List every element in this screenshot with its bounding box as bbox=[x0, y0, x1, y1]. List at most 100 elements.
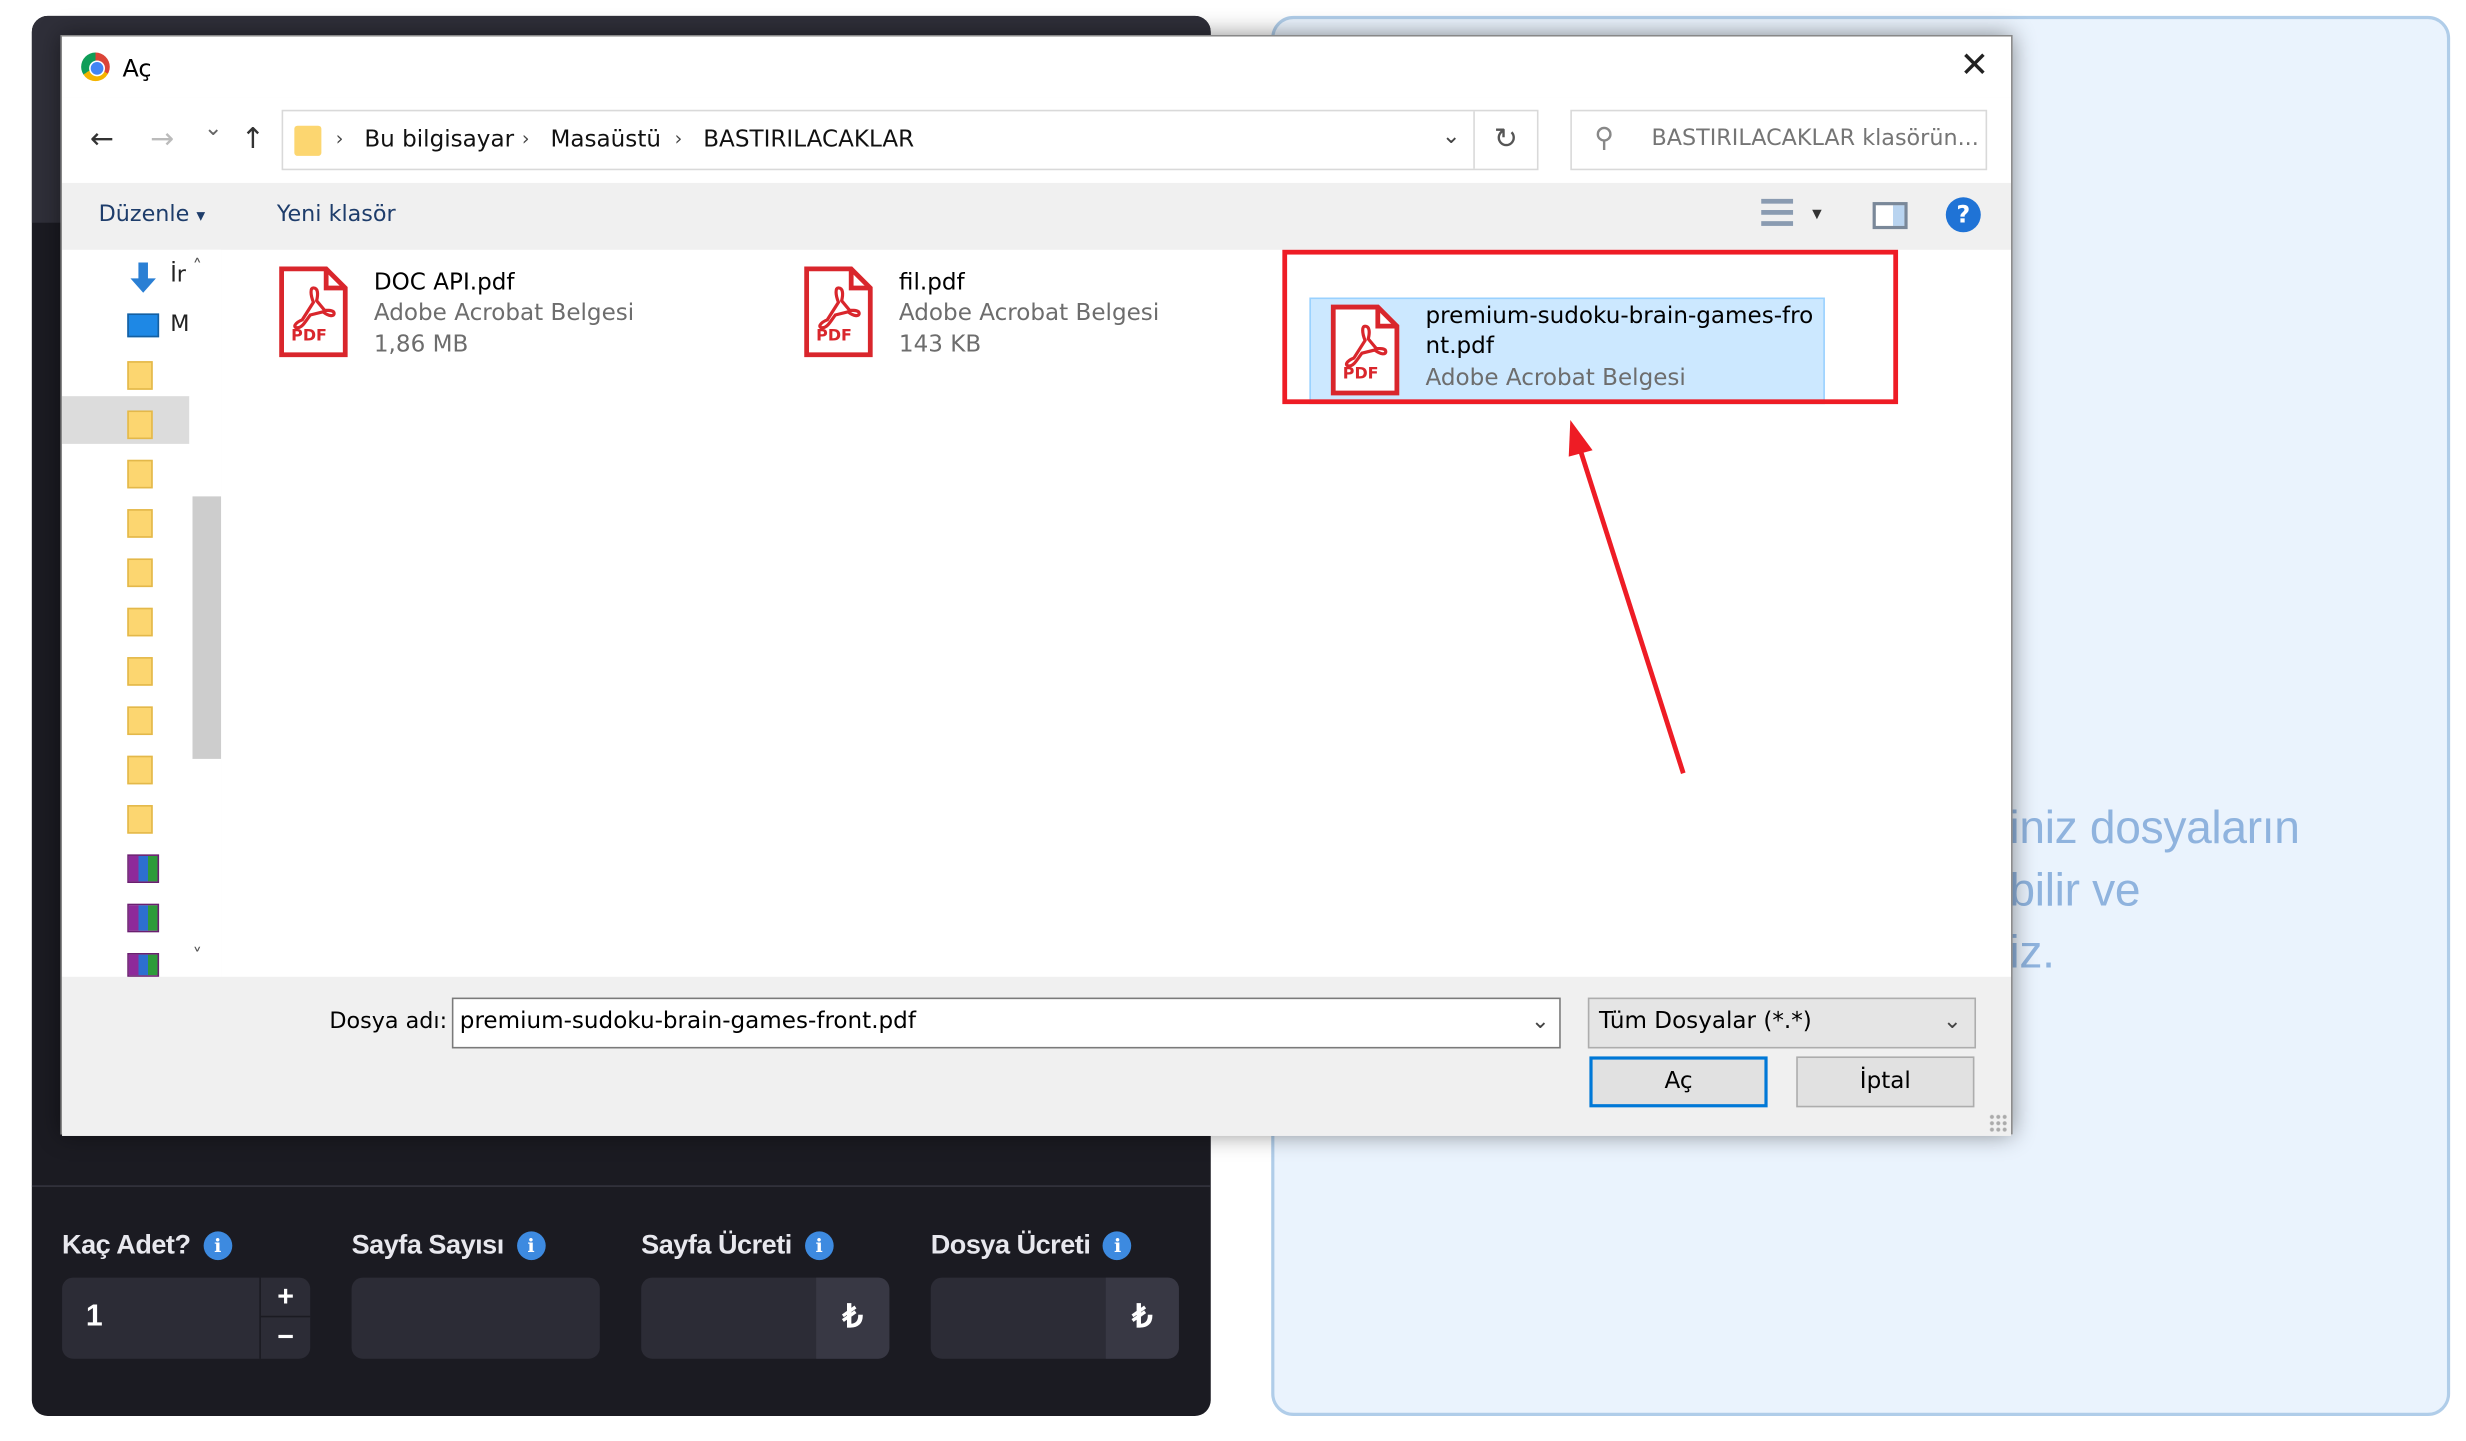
search-input[interactable] bbox=[1651, 125, 1978, 152]
tree-item-label[interactable]: M bbox=[170, 312, 189, 337]
lira-icon: ₺ bbox=[816, 1277, 890, 1359]
up-arrow-icon[interactable]: ↑ bbox=[232, 123, 273, 156]
breadcrumb-separator: › bbox=[335, 127, 344, 150]
quantity-label: Kaç Adet? bbox=[62, 1229, 191, 1261]
file-size: 143 KB bbox=[898, 332, 982, 358]
scroll-down-icon[interactable]: ˅ bbox=[193, 945, 203, 967]
pdf-badge: PDF bbox=[291, 327, 327, 346]
file-name: DOC API.pdf bbox=[373, 270, 515, 296]
drop-text-line: iz. bbox=[2009, 927, 2055, 979]
winrar-icon[interactable] bbox=[127, 854, 160, 884]
navigation-pane: İr M ˄ ˅ bbox=[62, 249, 222, 977]
view-options-icon[interactable] bbox=[1761, 198, 1794, 228]
open-file-dialog: Aç ✕ ← → ⌄ ↑ › Bu bilgisayar › Masaüstü … bbox=[60, 35, 2013, 1136]
winrar-icon[interactable] bbox=[127, 903, 160, 933]
breadcrumb-desktop[interactable]: Masaüstü bbox=[550, 127, 661, 152]
refresh-icon[interactable]: ↻ bbox=[1473, 111, 1537, 169]
file-price-input: ₺ bbox=[930, 1277, 1179, 1359]
quantity-stepper: + − bbox=[259, 1277, 311, 1359]
file-name: fil.pdf bbox=[898, 270, 965, 296]
folder-icon bbox=[294, 125, 322, 156]
file-type: Adobe Acrobat Belgesi bbox=[898, 300, 1160, 327]
page-count-input[interactable] bbox=[351, 1277, 600, 1359]
breadcrumb-this-pc[interactable]: Bu bilgisayar bbox=[364, 127, 514, 152]
monitor-icon[interactable] bbox=[127, 313, 160, 338]
info-icon[interactable]: i bbox=[516, 1231, 546, 1261]
view-dropdown-icon[interactable]: ▾ bbox=[1812, 202, 1822, 224]
folder-icon[interactable] bbox=[127, 706, 153, 736]
help-icon[interactable]: ? bbox=[1945, 197, 1981, 233]
tree-item-label[interactable]: İr bbox=[170, 263, 186, 288]
chrome-icon bbox=[81, 52, 110, 82]
pdf-badge: PDF bbox=[816, 327, 852, 346]
filename-combobox[interactable]: ⌄ bbox=[451, 997, 1561, 1049]
page-price-label: Sayfa Ücreti bbox=[641, 1229, 792, 1261]
file-price-label: Dosya Ücreti bbox=[930, 1229, 1091, 1261]
resize-grip-icon[interactable] bbox=[1988, 1113, 2008, 1133]
info-icon[interactable]: i bbox=[804, 1231, 834, 1261]
file-item[interactable]: PDF DOC API.pdf Adobe Acrobat Belgesi 1,… bbox=[277, 259, 738, 361]
drop-zone-text: iniz dosyaların bilir ve iz. bbox=[2009, 799, 2423, 985]
close-button[interactable]: ✕ bbox=[1954, 46, 1995, 87]
folder-icon[interactable] bbox=[127, 410, 153, 440]
filter-value: Tüm Dosyalar (*.*) bbox=[1598, 1008, 1812, 1035]
page-price-input: ₺ bbox=[641, 1277, 890, 1359]
info-icon[interactable]: i bbox=[1103, 1231, 1132, 1261]
address-bar[interactable]: › Bu bilgisayar › Masaüstü › BASTIRILACA… bbox=[281, 109, 1539, 171]
dialog-titlebar: Aç ✕ bbox=[62, 36, 2012, 98]
breadcrumb-current-folder[interactable]: BASTIRILACAKLAR bbox=[703, 127, 914, 152]
search-box[interactable]: ⚲ bbox=[1570, 109, 1988, 171]
folder-icon[interactable] bbox=[127, 755, 153, 785]
scrollbar-thumb[interactable] bbox=[192, 496, 222, 759]
lira-icon: ₺ bbox=[1105, 1277, 1179, 1359]
search-icon: ⚲ bbox=[1594, 122, 1614, 155]
scroll-up-icon[interactable]: ˄ bbox=[193, 256, 203, 278]
chevron-down-icon[interactable]: ⌄ bbox=[1943, 1009, 1962, 1034]
folder-icon[interactable] bbox=[127, 805, 153, 834]
open-button[interactable]: Aç bbox=[1589, 1056, 1768, 1108]
command-bar: Düzenle ▾ Yeni klasör ▾ ? bbox=[62, 182, 2012, 250]
screen: Kaç Adet? i 1 + − Sayfa Sayısı i Sayfa Ücr… bbox=[0, 0, 2466, 1441]
chevron-down-icon[interactable]: ⌄ bbox=[1442, 124, 1461, 149]
drop-text-line: iniz dosyaların bbox=[2009, 803, 2300, 855]
quantity-input[interactable]: 1 + − bbox=[62, 1277, 311, 1359]
drop-text-line: bilir ve bbox=[2009, 865, 2141, 917]
file-type: Adobe Acrobat Belgesi bbox=[373, 300, 635, 327]
decrement-button[interactable]: − bbox=[261, 1317, 310, 1357]
organize-label: Düzenle bbox=[98, 202, 190, 228]
folder-icon[interactable] bbox=[127, 361, 153, 390]
download-arrow-icon[interactable] bbox=[127, 262, 156, 295]
page-count-label: Sayfa Sayısı bbox=[351, 1229, 505, 1261]
filename-label: Dosya adı: bbox=[329, 1008, 448, 1035]
chevron-down-icon[interactable]: ⌄ bbox=[1531, 1009, 1550, 1034]
file-type-filter[interactable]: Tüm Dosyalar (*.*) ⌄ bbox=[1587, 997, 1977, 1049]
breadcrumb-separator: › bbox=[674, 127, 683, 150]
caret-down-icon: ▾ bbox=[196, 205, 206, 226]
folder-icon[interactable] bbox=[127, 607, 153, 637]
increment-button[interactable]: + bbox=[260, 1278, 311, 1318]
panel-divider bbox=[31, 1185, 1211, 1187]
quantity-value: 1 bbox=[85, 1299, 103, 1334]
folder-icon[interactable] bbox=[127, 509, 153, 538]
back-arrow-icon[interactable]: ← bbox=[81, 123, 122, 156]
winrar-icon[interactable] bbox=[127, 953, 160, 977]
annotation-highlight-box bbox=[1282, 249, 1899, 405]
breadcrumb-separator: › bbox=[521, 127, 530, 150]
folder-icon[interactable] bbox=[127, 657, 153, 686]
folder-icon[interactable] bbox=[127, 558, 153, 588]
filename-input[interactable] bbox=[459, 1008, 1494, 1035]
cancel-button[interactable]: İptal bbox=[1796, 1056, 1975, 1108]
recent-locations-icon[interactable]: ⌄ bbox=[193, 116, 234, 141]
organize-menu[interactable]: Düzenle ▾ bbox=[99, 202, 206, 227]
info-icon[interactable]: i bbox=[203, 1231, 232, 1261]
forward-arrow-icon[interactable]: → bbox=[142, 123, 183, 156]
preview-pane-icon[interactable] bbox=[1872, 202, 1908, 230]
file-size: 1,86 MB bbox=[373, 332, 469, 358]
file-item[interactable]: PDF fil.pdf Adobe Acrobat Belgesi 143 KB bbox=[802, 259, 1263, 361]
dialog-footer: Dosya adı: ⌄ Tüm Dosyalar (*.*) ⌄ Aç İpt… bbox=[62, 976, 2012, 1136]
folder-icon[interactable] bbox=[127, 459, 153, 489]
new-folder-button[interactable]: Yeni klasör bbox=[277, 202, 396, 227]
navigation-bar: ← → ⌄ ↑ › Bu bilgisayar › Masaüstü › BAS… bbox=[62, 97, 2012, 183]
dialog-title: Aç bbox=[122, 54, 152, 83]
tree-selection bbox=[62, 396, 190, 444]
